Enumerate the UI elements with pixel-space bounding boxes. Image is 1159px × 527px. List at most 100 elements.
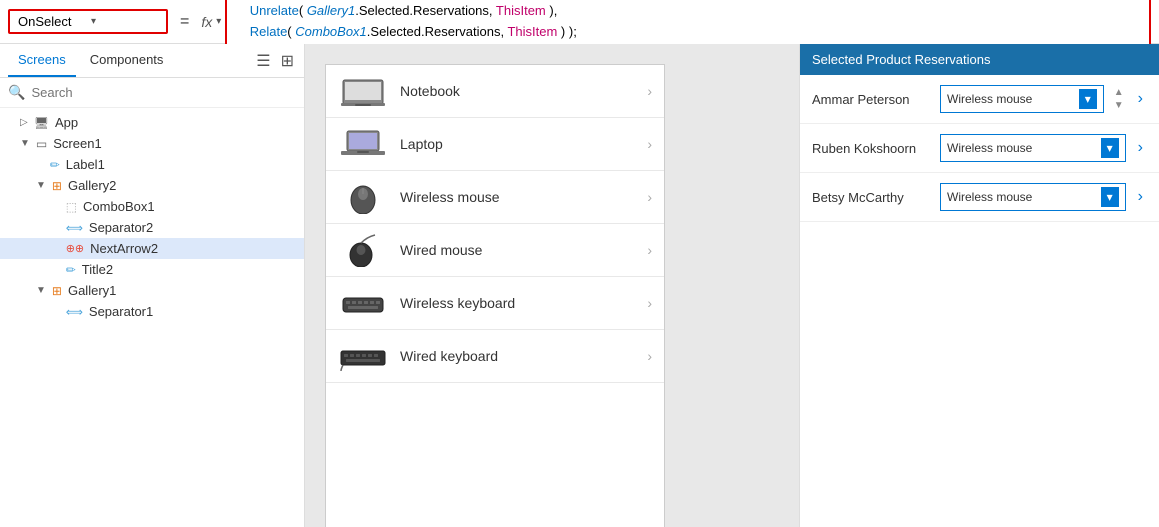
reservation-name-ammar: Ammar Peterson: [812, 92, 932, 107]
notebook-icon: [338, 73, 388, 109]
top-bar: OnSelect ▾ = fx ▾ If( IsBlank( ComboBox1…: [0, 0, 1159, 44]
grid-icon[interactable]: ⊞: [279, 49, 296, 73]
list-item[interactable]: Wired mouse ›: [326, 224, 664, 277]
formula-selector[interactable]: OnSelect ▾: [8, 9, 168, 34]
combo-arrows-ammar: ▲ ▼: [1114, 87, 1124, 111]
combobox-icon: ⬚: [66, 200, 77, 214]
separator1-icon: ⟺: [66, 305, 83, 319]
tree-item-combobox1[interactable]: ▷ ⬚ ComboBox1: [0, 196, 304, 217]
reservation-item: Ammar Peterson Wireless mouse ▾ ▲ ▼ ›: [800, 75, 1159, 124]
reservation-name-ruben: Ruben Kokshoorn: [812, 141, 932, 156]
reservation-combo-betsy[interactable]: Wireless mouse ▾: [940, 183, 1126, 211]
panel-tabs: Screens Components ☰ ⊞: [0, 44, 304, 78]
app-icon: 🖥: [34, 116, 49, 130]
combo-value-betsy: Wireless mouse: [947, 190, 1032, 204]
nav-arrow-betsy[interactable]: ›: [1134, 188, 1147, 206]
label-icon: ✏: [50, 158, 60, 172]
tree-item-title2[interactable]: ▷ ✏ Title2: [0, 259, 304, 280]
wired-mouse-arrow[interactable]: ›: [647, 242, 652, 258]
list-item[interactable]: Laptop ›: [326, 118, 664, 171]
tree-item-nextarrow2[interactable]: ▷ ⊕⊕ NextArrow2: [0, 238, 304, 259]
combo-btn-betsy[interactable]: ▾: [1101, 187, 1119, 207]
list-item[interactable]: Wired keyboard ›: [326, 330, 664, 383]
search-icon: 🔍: [8, 84, 25, 101]
wired-keyboard-icon: [338, 338, 388, 374]
product-name-notebook: Notebook: [400, 83, 635, 99]
selector-chevron[interactable]: ▾: [91, 16, 158, 27]
list-item[interactable]: Wireless mouse ›: [326, 171, 664, 224]
wired-mouse-icon: [338, 232, 388, 268]
canvas-area: Notebook › Laptop ›: [305, 44, 799, 527]
product-name-wired-keyboard: Wired keyboard: [400, 348, 635, 364]
arrow-up-ammar[interactable]: ▲: [1114, 87, 1124, 98]
panel-tab-icons: ☰ ⊞: [254, 49, 296, 73]
combo-btn-ammar[interactable]: ▾: [1079, 89, 1097, 109]
tree-label-screen1: Screen1: [53, 136, 101, 151]
product-name-wired-mouse: Wired mouse: [400, 242, 635, 258]
tree-item-label1[interactable]: ▷ ✏ Label1: [0, 154, 304, 175]
fx-chevron[interactable]: ▾: [216, 16, 221, 27]
tree-label-combobox1: ComboBox1: [83, 199, 155, 214]
tree-item-screen1[interactable]: ▼ ▭ Screen1: [0, 133, 304, 154]
nextarrow2-icon: ⊕⊕: [66, 242, 84, 255]
fx-label: fx: [201, 14, 212, 30]
tab-components[interactable]: Components: [80, 44, 174, 77]
main-layout: Screens Components ☰ ⊞ 🔍 ▷ 🖥 App ▼ ▭ Scr…: [0, 44, 1159, 527]
notebook-arrow[interactable]: ›: [647, 83, 652, 99]
title2-icon: ✏: [66, 263, 76, 277]
reservation-name-betsy: Betsy McCarthy: [812, 190, 932, 205]
gallery1-icon: ⊞: [52, 284, 62, 298]
combo-value-ammar: Wireless mouse: [947, 92, 1032, 106]
wireless-keyboard-arrow[interactable]: ›: [647, 295, 652, 311]
left-panel: Screens Components ☰ ⊞ 🔍 ▷ 🖥 App ▼ ▭ Scr…: [0, 44, 305, 527]
reservation-item: Ruben Kokshoorn Wireless mouse ▾ ›: [800, 124, 1159, 173]
product-name-laptop: Laptop: [400, 136, 635, 152]
tree-item-gallery1[interactable]: ▼ ⊞ Gallery1: [0, 280, 304, 301]
nav-arrow-ammar[interactable]: ›: [1134, 90, 1147, 108]
search-box: 🔍: [0, 78, 304, 108]
reservation-combo-ruben[interactable]: Wireless mouse ▾: [940, 134, 1126, 162]
reservation-list: Ammar Peterson Wireless mouse ▾ ▲ ▼ › Ru…: [800, 75, 1159, 527]
tree-label-gallery1: Gallery1: [68, 283, 116, 298]
selector-label: OnSelect: [18, 14, 85, 29]
canvas-content: Notebook › Laptop ›: [305, 44, 799, 527]
tree-label-nextarrow2: NextArrow2: [90, 241, 158, 256]
expand-icon-app: ▷: [20, 117, 28, 128]
wireless-mouse-icon: [338, 179, 388, 215]
expand-icon-gallery1: ▼: [36, 285, 46, 296]
expand-icon-screen1: ▼: [20, 138, 30, 149]
list-icon[interactable]: ☰: [254, 49, 272, 73]
tree-item-separator2[interactable]: ▷ ⟺ Separator2: [0, 217, 304, 238]
tree-item-separator1[interactable]: ▷ ⟺ Separator1: [0, 301, 304, 322]
reservation-combo-ammar[interactable]: Wireless mouse ▾: [940, 85, 1104, 113]
tree-label-separator2: Separator2: [89, 220, 153, 235]
wireless-keyboard-icon: [338, 285, 388, 321]
product-name-wireless-mouse: Wireless mouse: [400, 189, 635, 205]
arrow-down-ammar[interactable]: ▼: [1114, 100, 1124, 111]
tree-label-gallery2: Gallery2: [68, 178, 116, 193]
list-item[interactable]: Notebook ›: [326, 65, 664, 118]
tab-screens[interactable]: Screens: [8, 44, 76, 77]
app-screen: Notebook › Laptop ›: [325, 64, 665, 527]
nav-arrow-ruben[interactable]: ›: [1134, 139, 1147, 157]
tree-label-label1: Label1: [66, 157, 105, 172]
list-item[interactable]: Wireless keyboard ›: [326, 277, 664, 330]
tree-item-gallery2[interactable]: ▼ ⊞ Gallery2: [0, 175, 304, 196]
expand-icon-gallery2: ▼: [36, 180, 46, 191]
gallery2-icon: ⊞: [52, 179, 62, 193]
product-name-wireless-keyboard: Wireless keyboard: [400, 295, 635, 311]
combo-value-ruben: Wireless mouse: [947, 141, 1032, 155]
tree-area: ▷ 🖥 App ▼ ▭ Screen1 ▷ ✏ Label1 ▼ ⊞ Galle…: [0, 108, 304, 527]
laptop-icon: [338, 126, 388, 162]
combo-btn-ruben[interactable]: ▾: [1101, 138, 1119, 158]
search-input[interactable]: [31, 85, 296, 100]
tree-label-separator1: Separator1: [89, 304, 153, 319]
laptop-arrow[interactable]: ›: [647, 136, 652, 152]
right-panel-header: Selected Product Reservations: [800, 44, 1159, 75]
tree-item-app[interactable]: ▷ 🖥 App: [0, 112, 304, 133]
wireless-mouse-arrow[interactable]: ›: [647, 189, 652, 205]
wired-keyboard-arrow[interactable]: ›: [647, 348, 652, 364]
tree-label-title2: Title2: [82, 262, 113, 277]
right-panel: Selected Product Reservations Ammar Pete…: [799, 44, 1159, 527]
separator2-icon: ⟺: [66, 221, 83, 235]
